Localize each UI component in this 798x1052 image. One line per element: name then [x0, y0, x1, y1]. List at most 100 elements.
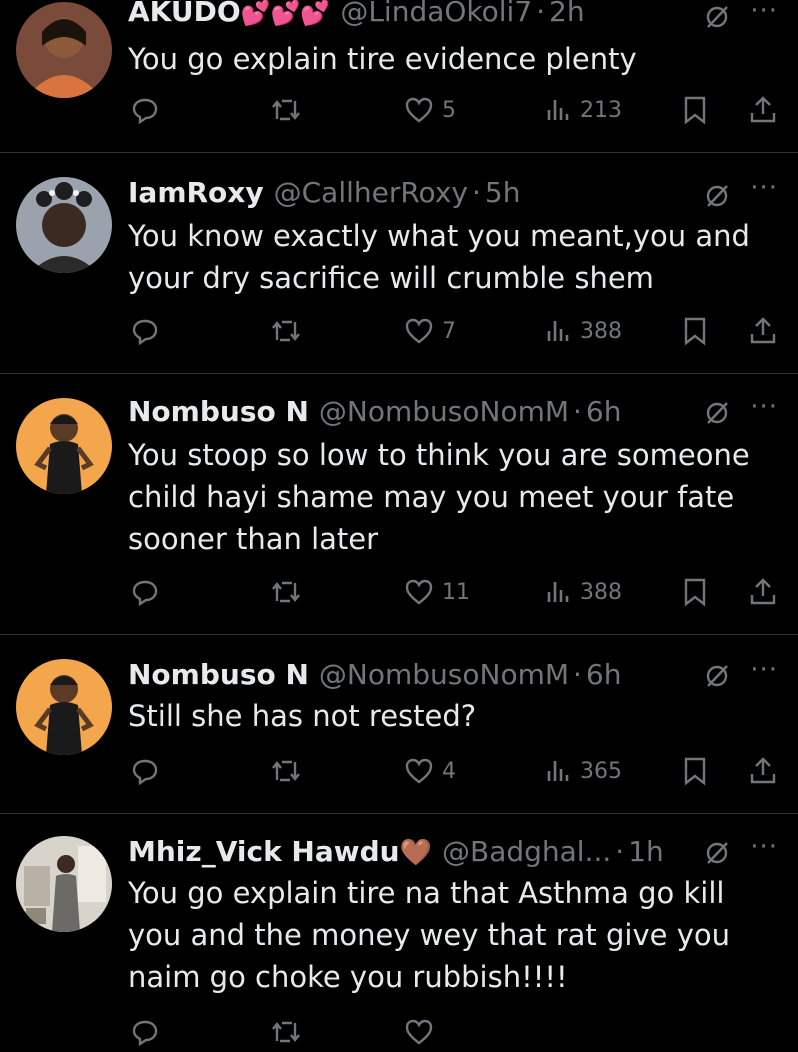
views-button[interactable]: 365 [544, 751, 622, 791]
tweet-text-line: naim go choke you rubbish!!!! [128, 960, 568, 994]
views-icon [547, 100, 569, 120]
reply-icon [132, 759, 158, 786]
repost-icon [272, 1021, 300, 1043]
repost-icon [272, 99, 300, 121]
dot-separator: · [536, 0, 546, 28]
like-button[interactable]: 5 [404, 90, 456, 130]
heart-icon [405, 579, 433, 605]
tweet-text-line: You know exactly what you meant,you and [128, 219, 750, 253]
reply-tweet[interactable]: AKUDO💕💕💕 @LindaOkoli7 · 2h ··· You go expla… [0, 0, 798, 153]
user-handle[interactable]: @NombusoNomM [319, 658, 569, 691]
views-button[interactable]: 388 [544, 572, 622, 612]
more-options-icon[interactable]: ··· [750, 832, 778, 862]
user-handle[interactable]: @CallherRoxy [274, 176, 468, 209]
like-button[interactable] [404, 1012, 434, 1052]
more-options-icon[interactable]: ··· [750, 655, 778, 685]
reply-tweet[interactable]: IamRoxy @CallherRoxy · 5h ··· You know exac… [0, 153, 798, 374]
share-button[interactable] [748, 751, 778, 791]
like-button[interactable]: 4 [404, 751, 456, 791]
more-options-icon[interactable]: ··· [750, 392, 778, 422]
user-handle[interactable]: @Badghal... [442, 835, 611, 868]
share-button[interactable] [748, 90, 778, 130]
action-bar: 11 388 [130, 572, 780, 612]
display-name[interactable]: IamRoxy [128, 176, 264, 209]
reply-tweet[interactable]: Nombuso N @NombusoNomM · 6h ··· Still she h… [0, 635, 798, 814]
avatar[interactable] [16, 659, 112, 755]
timestamp[interactable]: 6h [586, 658, 622, 691]
share-icon [750, 757, 776, 784]
tweet-text-line: you and the money wey that rat give you [128, 918, 730, 952]
repost-button[interactable] [270, 751, 302, 791]
reply-button[interactable] [130, 1012, 160, 1052]
reply-tweet[interactable]: Mhiz_Vick Hawdu🤎 @Badghal... · 1h ··· You g… [0, 814, 798, 1047]
repost-button[interactable] [270, 311, 302, 351]
display-name[interactable]: Mhiz_Vick Hawdu [128, 835, 400, 868]
share-button[interactable] [748, 311, 778, 351]
tweet-text-line: sooner than later [128, 522, 379, 556]
repost-button[interactable] [270, 1012, 302, 1052]
tweet-header: AKUDO💕💕💕 @LindaOkoli7 · 2h [128, 0, 798, 32]
avatar[interactable] [16, 836, 112, 932]
reply-button[interactable] [130, 572, 160, 612]
reply-button[interactable] [130, 311, 160, 351]
view-count: 213 [580, 97, 622, 123]
like-count: 4 [442, 758, 456, 784]
share-button[interactable] [748, 572, 778, 612]
dot-separator: · [573, 395, 582, 428]
view-count: 388 [580, 318, 622, 344]
bookmark-button[interactable] [682, 90, 708, 130]
reply-button[interactable] [130, 90, 160, 130]
action-bar: 5 213 [130, 90, 780, 130]
more-options-icon[interactable]: ··· [750, 173, 778, 203]
tweet-text: You go explain tire na that Asthma go ki… [128, 872, 768, 998]
display-name[interactable]: Nombuso N [128, 395, 309, 428]
tweet-text: You know exactly what you meant,you and … [128, 215, 768, 299]
display-name[interactable]: AKUDO [128, 0, 241, 28]
repost-button[interactable] [270, 572, 302, 612]
grok-icon[interactable] [704, 4, 730, 30]
reply-button[interactable] [130, 751, 160, 791]
tweet-text-line: child hayi shame may you meet your fate [128, 480, 735, 514]
grok-icon[interactable] [704, 663, 730, 689]
repost-icon [272, 581, 300, 603]
more-options-icon[interactable]: ··· [750, 0, 778, 26]
user-handle[interactable]: @NombusoNomM [319, 395, 569, 428]
tweet-text-line: You go explain tire na that Asthma go ki… [128, 876, 725, 910]
name-emoji: 🤎 [399, 838, 432, 868]
share-icon [750, 578, 776, 605]
dot-separator: · [615, 835, 625, 868]
heart-icon [405, 1019, 433, 1045]
view-count: 388 [580, 579, 622, 605]
grok-icon[interactable] [704, 400, 730, 426]
timestamp[interactable]: 1h [628, 835, 664, 868]
views-button[interactable]: 213 [544, 90, 622, 130]
tweet-text-line: You stoop so low to think you are someon… [128, 438, 750, 472]
avatar[interactable] [16, 2, 112, 98]
bookmark-button[interactable] [682, 572, 708, 612]
reply-tweet[interactable]: Nombuso N @NombusoNomM · 6h ··· You stoop s… [0, 374, 798, 635]
like-button[interactable]: 7 [404, 311, 456, 351]
repost-button[interactable] [270, 90, 302, 130]
dot-separator: · [573, 658, 582, 691]
reply-icon [132, 580, 158, 607]
views-icon [547, 761, 569, 781]
avatar[interactable] [16, 177, 112, 273]
tweet-header: Nombuso N @NombusoNomM · 6h [128, 655, 798, 695]
views-button[interactable]: 388 [544, 311, 622, 351]
action-bar: 7 388 [130, 311, 780, 351]
share-icon [750, 96, 776, 123]
tweet-header: IamRoxy @CallherRoxy · 5h [128, 173, 798, 213]
bookmark-button[interactable] [682, 311, 708, 351]
avatar[interactable] [16, 398, 112, 494]
bookmark-button[interactable] [682, 751, 708, 791]
display-name[interactable]: Nombuso N [128, 658, 309, 691]
grok-icon[interactable] [704, 183, 730, 209]
tweet-text-line: You go explain tire evidence plenty [128, 42, 637, 76]
timestamp[interactable]: 5h [485, 176, 521, 209]
grok-icon[interactable] [704, 840, 730, 866]
like-button[interactable]: 11 [404, 572, 470, 612]
timestamp[interactable]: 6h [586, 395, 622, 428]
user-handle[interactable]: @LindaOkoli7 [340, 0, 532, 28]
reply-icon [132, 319, 158, 346]
timestamp[interactable]: 2h [549, 0, 585, 28]
